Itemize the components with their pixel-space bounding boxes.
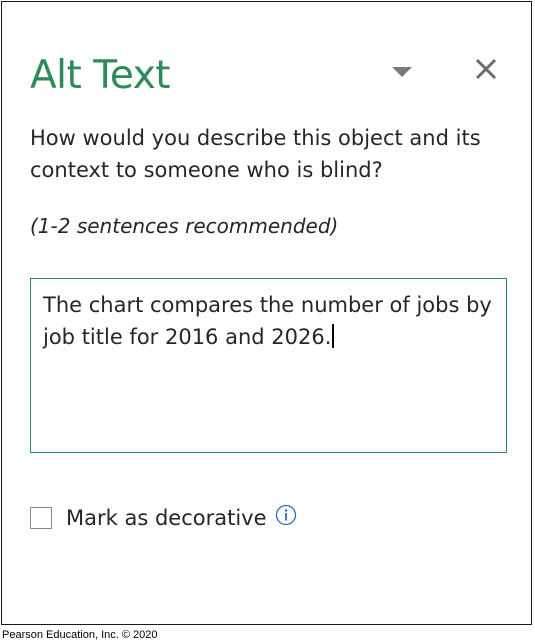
copyright-credit: Pearson Education, Inc. © 2020: [2, 629, 158, 641]
close-icon: [475, 58, 497, 80]
sentence-hint: (1-2 sentences recommended): [30, 214, 339, 238]
alt-text-description-field[interactable]: The chart compares the number of jobs by…: [30, 278, 507, 453]
description-value: The chart compares the number of jobs by…: [43, 293, 492, 349]
pane-title: Alt Text: [30, 53, 171, 98]
description-prompt: How would you describe this object and i…: [30, 126, 481, 182]
text-caret: [332, 324, 335, 348]
chevron-down-icon: [392, 67, 412, 77]
alt-text-pane: Alt Text How would you describe this obj…: [1, 1, 532, 625]
close-button[interactable]: [472, 55, 500, 83]
mark-decorative-label[interactable]: Mark as decorative: [66, 506, 267, 530]
pane-options-button[interactable]: [390, 62, 414, 80]
decorative-row: Mark as decorative: [30, 504, 297, 532]
mark-decorative-checkbox[interactable]: [30, 507, 52, 529]
info-icon: [275, 504, 296, 526]
decorative-info-button[interactable]: [275, 504, 297, 526]
